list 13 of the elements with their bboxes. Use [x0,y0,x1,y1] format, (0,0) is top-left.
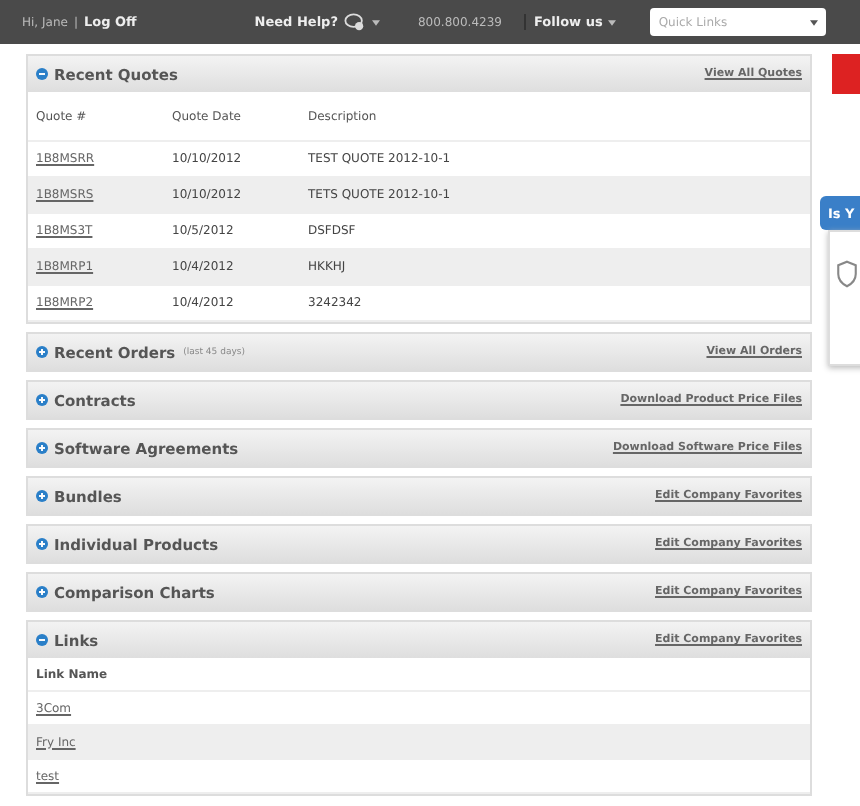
toggle-icon[interactable] [36,394,48,406]
toggle-icon[interactable] [36,442,48,454]
toggle-icon[interactable] [36,346,48,358]
toggle-icon[interactable] [36,68,48,80]
chat-bubble-icon[interactable] [343,12,366,32]
toggle-icon[interactable] [36,538,48,550]
toggle-icon[interactable] [36,490,48,502]
toggle-icon[interactable] [36,586,48,598]
caret-icon[interactable] [371,19,380,25]
toggle-icon[interactable] [36,634,48,646]
caret-icon [810,19,819,25]
shield-icon [836,260,858,288]
caret-icon[interactable] [608,19,617,25]
